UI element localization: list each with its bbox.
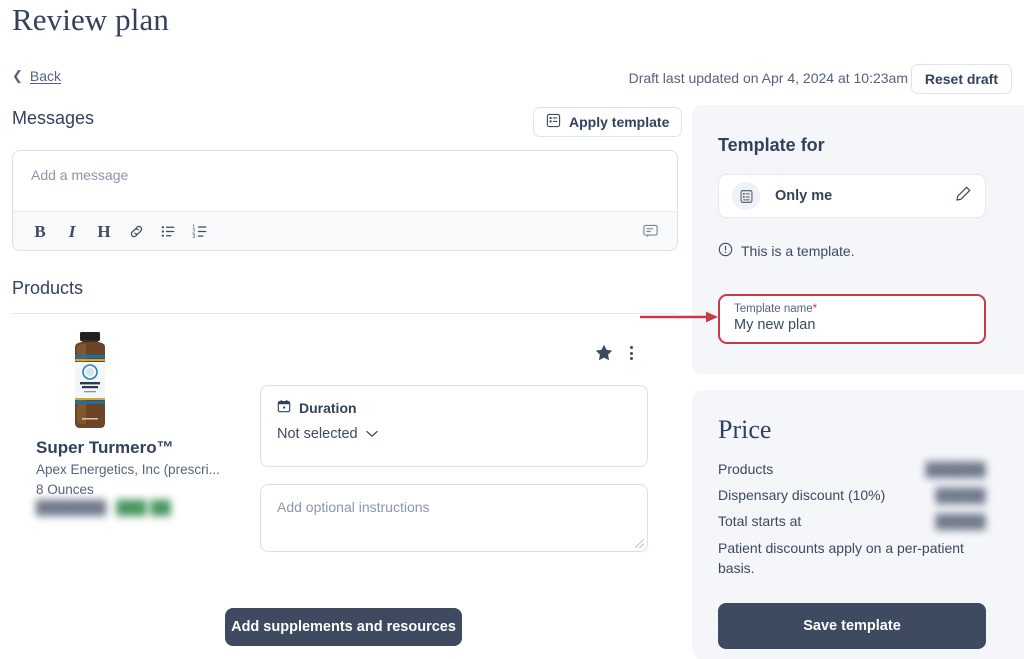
resize-handle[interactable] [635,539,644,548]
back-link[interactable]: ❮ Back [12,68,61,84]
template-audience-label: Only me [775,188,833,204]
product-price-masked: ███████ [36,500,107,515]
price-row-value-masked: █████ [935,487,986,503]
pencil-icon[interactable] [955,185,972,207]
add-supplements-button[interactable]: Add supplements and resources [225,608,462,646]
star-filled-icon[interactable] [594,343,614,368]
price-row-value-masked: █████ [935,513,986,529]
template-note-text: This is a template. [741,243,855,259]
instructions-placeholder: Add optional instructions [277,499,430,515]
back-link-label: Back [29,68,62,84]
kebab-dot [629,346,633,349]
bold-button[interactable]: B [27,219,53,245]
duration-label-row: Duration [277,399,631,416]
reset-draft-button[interactable]: Reset draft [910,64,1012,94]
draft-status-text: Draft last updated on Apr 4, 2024 at 10:… [628,70,908,86]
comment-bubble-icon[interactable] [637,219,663,245]
message-input[interactable]: Add a message [13,151,677,211]
annotation-arrow [640,310,720,329]
template-name-input[interactable]: My new plan [734,317,970,333]
template-note: This is a template. [718,242,855,260]
calendar-icon [277,399,291,416]
reset-draft-label: Reset draft [924,71,998,87]
apply-template-label: Apply template [569,114,670,130]
link-icon[interactable] [123,219,149,245]
instructions-textarea[interactable]: Add optional instructions [260,484,648,552]
svg-text:3: 3 [192,234,195,240]
price-row-label: Dispensary discount (10%) [718,487,886,503]
messages-heading: Messages [12,108,95,128]
price-note: Patient discounts apply on a per-patient… [718,540,964,577]
kebab-menu-icon[interactable] [624,344,638,362]
required-asterisk: * [812,303,818,315]
product-name: Super Turmero™ [36,438,174,457]
price-heading: Price [718,415,772,444]
price-row: Total starts at █████ [718,513,986,529]
add-supplements-label: Add supplements and resources [231,619,456,635]
product-discount-masked: ███ ██ [116,500,172,515]
price-row-value-masked: ██████ [925,461,986,477]
duration-label: Duration [299,399,357,416]
chevron-left-icon: ❮ [12,67,23,83]
heading-button[interactable]: H [91,219,117,245]
review-plan-page: Review plan ❮ Back Draft last updated on… [0,0,1024,659]
price-row-label: Total starts at [718,513,802,529]
template-name-label: Template name* [734,303,970,315]
editor-toolbar: B I H 1 2 3 [13,211,677,250]
template-for-heading: Template for [718,135,825,155]
price-row-label: Products [718,461,774,477]
save-template-button[interactable]: Save template [718,603,986,649]
products-heading: Products [12,278,84,298]
product-image [55,330,125,430]
numbered-list-icon[interactable]: 1 2 3 [187,219,213,245]
template-list-icon [546,113,561,131]
product-brand: Apex Energetics, Inc (prescri... [36,462,220,477]
document-list-icon [732,182,760,210]
template-name-field[interactable]: Template name* My new plan [718,294,986,344]
message-editor[interactable]: Add a message B I H 1 2 3 [12,150,678,251]
bullet-list-icon[interactable] [155,219,181,245]
save-template-label: Save template [803,618,901,634]
price-row: Dispensary discount (10%) █████ [718,487,986,503]
duration-card: Duration Not selected [260,385,648,467]
kebab-dot [629,351,633,355]
chevron-down-icon [365,426,378,442]
page-title: Review plan [12,2,169,37]
template-name-label-text: Template name [734,303,813,315]
product-size: 8 Ounces [36,482,94,497]
price-row: Products ██████ [718,461,986,477]
products-divider [12,313,678,314]
duration-value-label: Not selected [277,426,358,442]
apply-template-button[interactable]: Apply template [533,107,683,137]
template-audience-card[interactable]: Only me [718,174,986,218]
duration-select[interactable]: Not selected [277,426,631,442]
product-price-row: ███████ ███ ██ [36,500,171,515]
info-circle-icon [718,242,733,260]
kebab-dot [629,357,633,360]
italic-button[interactable]: I [59,219,85,245]
